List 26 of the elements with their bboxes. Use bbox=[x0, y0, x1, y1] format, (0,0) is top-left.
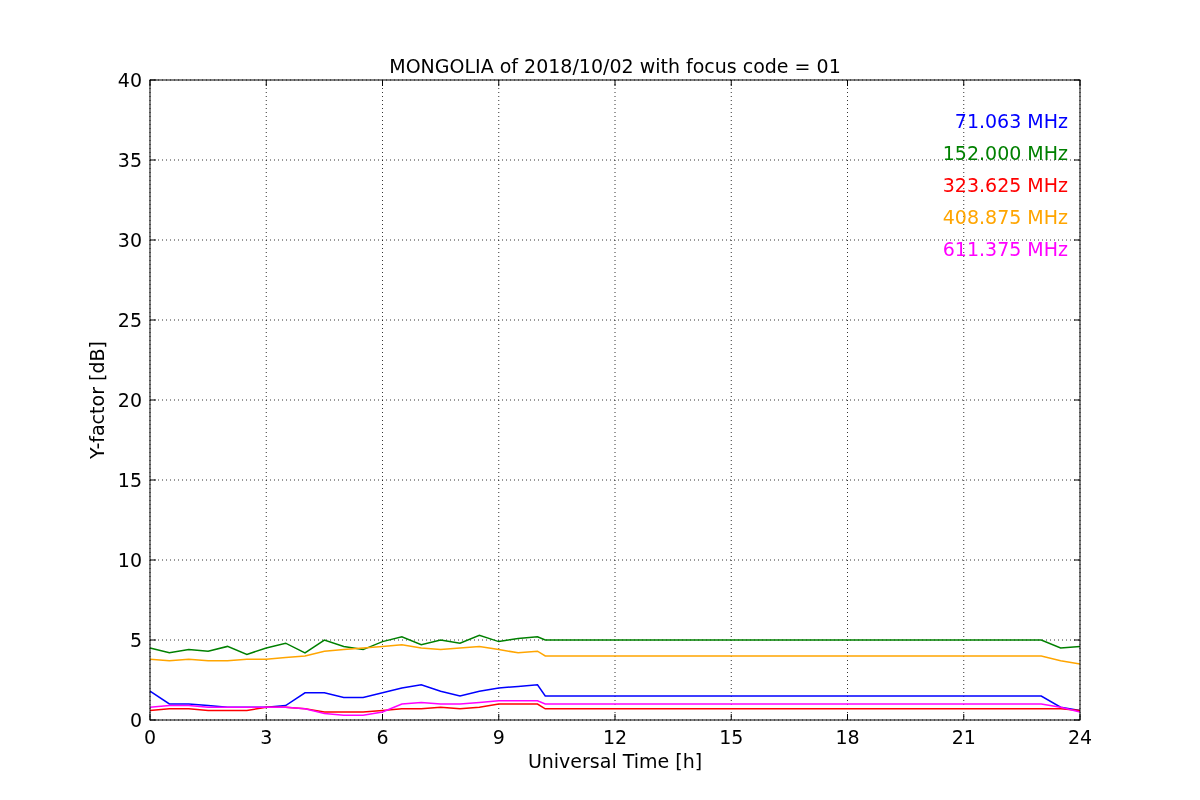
y-tick-label: 25 bbox=[117, 309, 142, 331]
legend-entry: 611.375 MHz bbox=[942, 238, 1068, 260]
x-axis-label: Universal Time [h] bbox=[527, 750, 703, 772]
x-tick-label: 3 bbox=[260, 726, 273, 748]
x-tick-label: 9 bbox=[492, 726, 505, 748]
legend-entry: 152.000 MHz bbox=[942, 142, 1068, 164]
y-axis-label: Y-factor [dB] bbox=[86, 341, 108, 459]
legend-entry: 71.063 MHz bbox=[954, 110, 1068, 132]
y-tick-label: 15 bbox=[117, 469, 142, 491]
y-tick-label: 35 bbox=[117, 149, 142, 171]
y-tick-label: 0 bbox=[129, 709, 142, 731]
chart-title: MONGOLIA of 2018/10/02 with focus code = 01 bbox=[389, 55, 841, 77]
y-tick-label: 30 bbox=[117, 229, 142, 251]
y-tick-label: 10 bbox=[117, 549, 142, 571]
x-tick-label: 18 bbox=[835, 726, 860, 748]
x-tick-label: 12 bbox=[602, 726, 628, 748]
x-tick-label: 21 bbox=[951, 726, 976, 748]
x-tick-label: 6 bbox=[376, 726, 389, 748]
legend-entry: 323.625 MHz bbox=[942, 174, 1068, 196]
y-tick-label: 5 bbox=[129, 629, 142, 651]
x-tick-label: 24 bbox=[1067, 726, 1093, 748]
y-tick-label: 40 bbox=[117, 69, 142, 91]
y-tick-label: 20 bbox=[117, 389, 142, 411]
legend-entry: 408.875 MHz bbox=[942, 206, 1068, 228]
x-tick-label: 0 bbox=[143, 726, 157, 748]
x-tick-label: 15 bbox=[719, 726, 744, 748]
